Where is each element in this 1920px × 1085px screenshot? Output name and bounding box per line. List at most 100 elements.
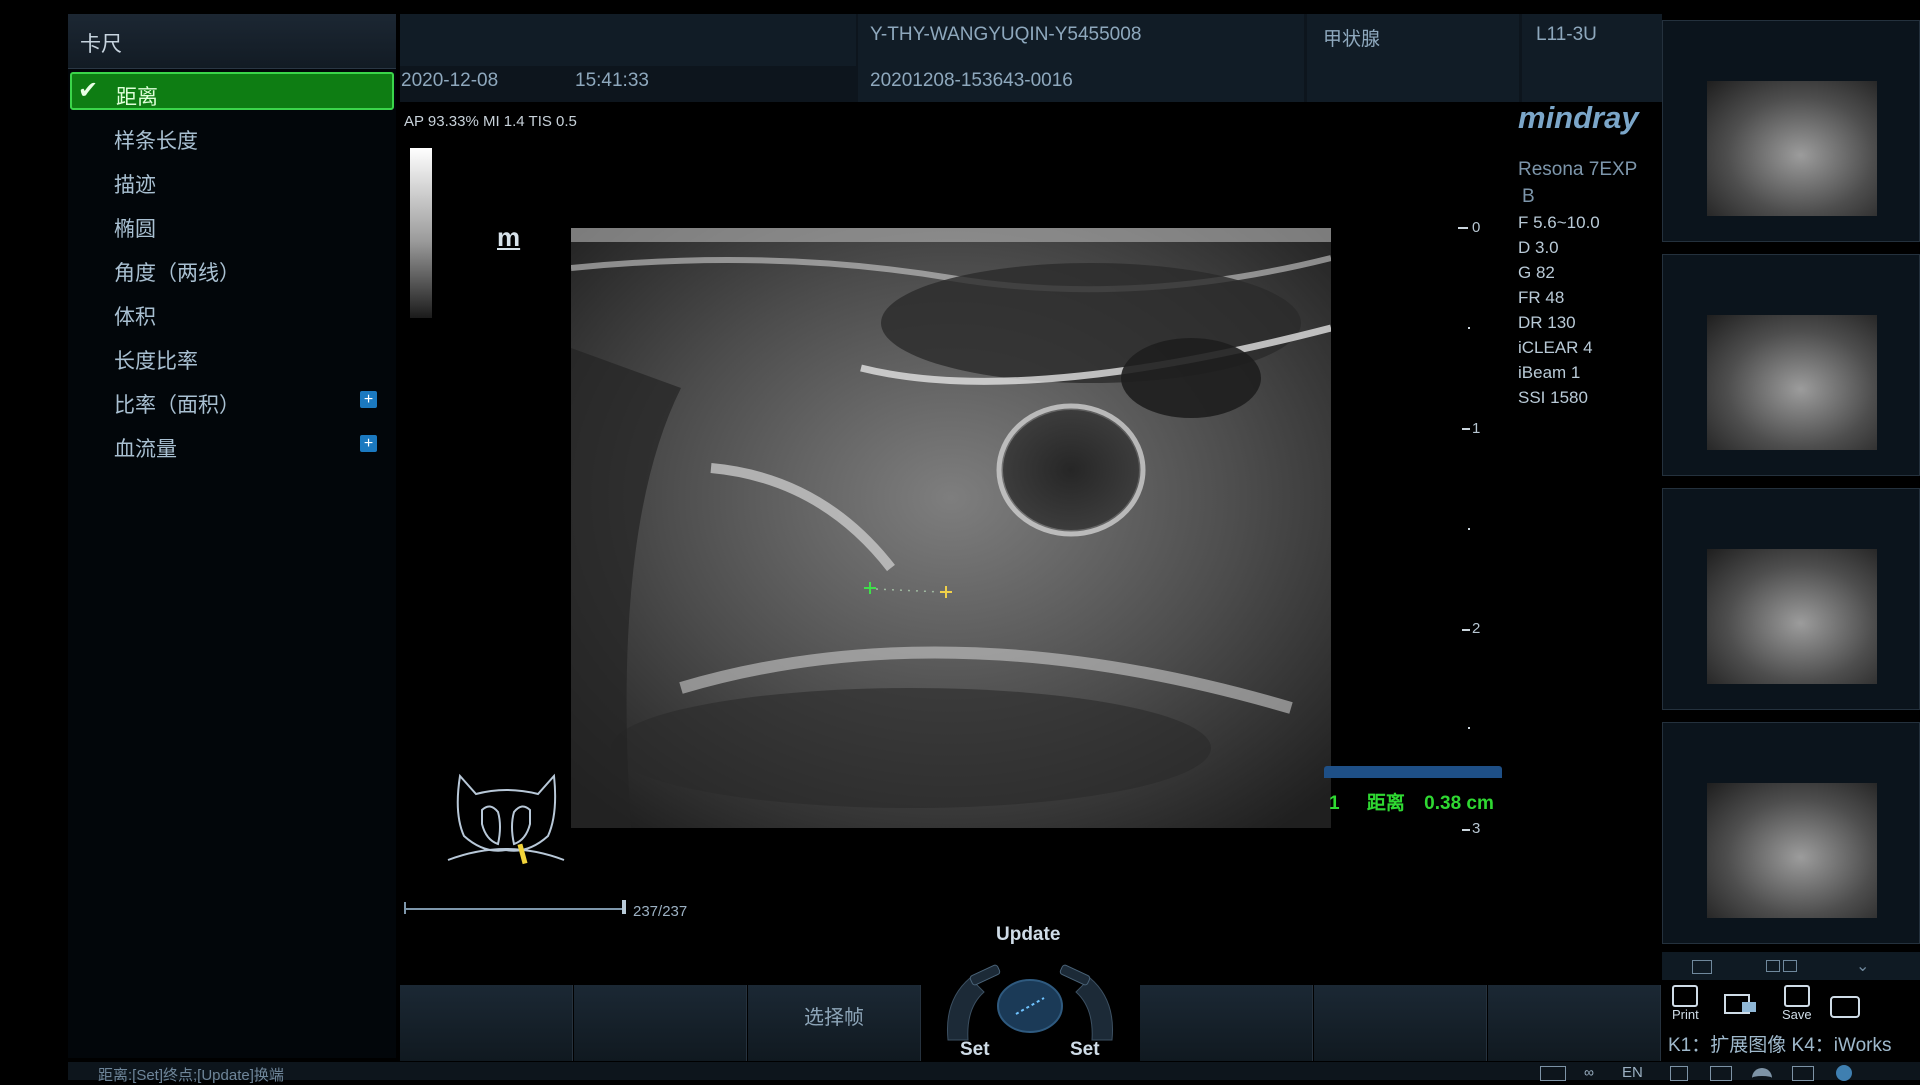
- key-hints: K1：扩展图像 K4：iWorks: [1668, 1035, 1892, 1056]
- depth-dot: [1468, 528, 1470, 530]
- menu-item-angle[interactable]: 角度（两线）: [70, 250, 394, 288]
- menu-item-label: 体积: [114, 306, 156, 329]
- param-dynamic-range: DR 130: [1518, 313, 1576, 332]
- folder-icon[interactable]: [1710, 1066, 1732, 1081]
- thyroid-body-mark-icon[interactable]: [446, 764, 566, 879]
- depth-label: 1: [1472, 420, 1481, 437]
- measurement-value: 0.38 cm: [1424, 793, 1494, 814]
- depth-tick: [1462, 629, 1470, 631]
- depth-dot: [1468, 727, 1470, 729]
- soft-button[interactable]: [400, 985, 573, 1061]
- thumbnail-image[interactable]: [1662, 20, 1920, 242]
- cloud-icon[interactable]: [1752, 1068, 1772, 1084]
- save-button[interactable]: Save: [1782, 985, 1812, 1022]
- save-label: Save: [1782, 1007, 1812, 1022]
- ultrasound-image-graphic: [571, 228, 1331, 828]
- exam-id: 20201208-153643-0016: [870, 70, 1073, 91]
- ultrasound-image[interactable]: [571, 228, 1331, 828]
- exam-date: 2020-12-08: [401, 70, 499, 91]
- soft-button[interactable]: [1314, 985, 1487, 1061]
- update-label[interactable]: Update: [996, 924, 1060, 946]
- param-frame-rate: FR 48: [1518, 288, 1565, 307]
- depth-label: 3: [1472, 820, 1481, 837]
- menu-item-label: 比率（面积）: [114, 394, 240, 417]
- thumbnail-image[interactable]: [1662, 488, 1920, 710]
- cine-scroll-thumb[interactable]: [622, 900, 626, 914]
- power-status-icon[interactable]: [1836, 1065, 1852, 1081]
- measurement-result: 1 距离 0.38 cm: [1329, 788, 1494, 815]
- header-cell: [400, 14, 856, 66]
- soft-button[interactable]: [1488, 985, 1661, 1061]
- menu-item-label: 角度（两线）: [114, 262, 240, 285]
- language-indicator[interactable]: EN: [1622, 1064, 1643, 1081]
- param-gain: G 82: [1518, 263, 1555, 282]
- set-right-label[interactable]: Set: [1070, 1039, 1100, 1061]
- printer-status-icon[interactable]: [1670, 1066, 1688, 1081]
- depth-label: 2: [1472, 620, 1481, 637]
- iworks-icon[interactable]: [1826, 990, 1866, 1018]
- expand-plus-icon[interactable]: +: [360, 435, 377, 452]
- network-icon[interactable]: ∞: [1584, 1064, 1594, 1080]
- brand-logo: mindray: [1518, 100, 1639, 135]
- menu-item-label: 椭圆: [114, 218, 156, 241]
- m-marker: m: [497, 222, 521, 252]
- print-button[interactable]: Print: [1672, 985, 1699, 1022]
- param-ssi: SSI 1580: [1518, 388, 1588, 407]
- save-icon: [1783, 985, 1810, 1007]
- thumbnail-preview: [1707, 549, 1877, 684]
- printer-icon: [1672, 985, 1699, 1007]
- menu-item-label: 样条长度: [114, 130, 198, 153]
- select-frame-button[interactable]: 选择帧: [748, 985, 921, 1061]
- menu-item-volume[interactable]: 体积: [70, 294, 394, 332]
- exam-time: 15:41:33: [575, 70, 649, 91]
- chevron-down-icon[interactable]: ⌄: [1856, 956, 1869, 976]
- patient-id: Y-THY-WANGYUQIN-Y5455008: [870, 24, 1142, 45]
- soft-button[interactable]: [1140, 985, 1313, 1061]
- depth-tick: [1462, 829, 1470, 831]
- task-icon[interactable]: [1792, 1066, 1814, 1081]
- cine-scrollbar[interactable]: [404, 908, 624, 910]
- measurement-index: 1: [1329, 793, 1340, 814]
- thumbnail-image[interactable]: [1662, 722, 1920, 944]
- thumbnail-preview: [1707, 783, 1877, 918]
- menu-item-spline-length[interactable]: 样条长度: [70, 118, 394, 156]
- imaging-mode: B: [1522, 186, 1535, 207]
- depth-tick: [1458, 227, 1468, 229]
- set-left-label[interactable]: Set: [960, 1039, 990, 1061]
- menu-item-length-ratio[interactable]: 长度比率: [70, 338, 394, 376]
- depth-dot: [1468, 327, 1470, 329]
- measurement-name: 距离: [1366, 793, 1405, 814]
- param-iclear: iCLEAR 4: [1518, 338, 1593, 357]
- expand-plus-icon[interactable]: +: [360, 391, 377, 408]
- print-label: Print: [1672, 1007, 1699, 1022]
- menu-item-area-ratio[interactable]: 比率（面积） +: [70, 382, 394, 420]
- depth-label: 0: [1472, 219, 1481, 236]
- menu-item-trace[interactable]: 描迹: [70, 162, 394, 200]
- check-icon: ✔: [78, 77, 99, 104]
- export-icon[interactable]: [1720, 990, 1760, 1018]
- single-layout-icon[interactable]: [1692, 960, 1712, 974]
- exam-type: 甲状腺: [1323, 29, 1381, 50]
- param-depth: D 3.0: [1518, 238, 1559, 257]
- dual-layout-icon[interactable]: [1783, 960, 1797, 972]
- menu-item-label: 血流量: [114, 438, 177, 461]
- status-hint: 距离:[Set]终点;[Update]换端: [98, 1067, 284, 1084]
- menu-title: 卡尺: [80, 33, 122, 56]
- acoustic-params: AP 93.33% MI 1.4 TIS 0.5: [404, 113, 577, 130]
- menu-item-label: 距离: [116, 86, 158, 109]
- param-frequency: F 5.6~10.0: [1518, 213, 1600, 232]
- thumbnail-preview: [1707, 315, 1877, 450]
- screen-icon[interactable]: [1540, 1066, 1566, 1081]
- grayscale-bar: [410, 148, 432, 318]
- thumbnail-image[interactable]: [1662, 254, 1920, 476]
- cine-scroll-start: [404, 902, 406, 914]
- cine-frame-counter: 237/237: [633, 903, 688, 920]
- menu-item-blood-flow[interactable]: 血流量 +: [70, 426, 394, 464]
- param-ibeam: iBeam 1: [1518, 363, 1581, 382]
- soft-button[interactable]: [574, 985, 747, 1061]
- menu-item-ellipse[interactable]: 椭圆: [70, 206, 394, 244]
- menu-item-distance[interactable]: ✔ 距离: [70, 72, 394, 110]
- thumbnail-preview: [1707, 81, 1877, 216]
- dual-layout-icon[interactable]: [1766, 960, 1780, 972]
- system-model: Resona 7EXP: [1518, 159, 1638, 180]
